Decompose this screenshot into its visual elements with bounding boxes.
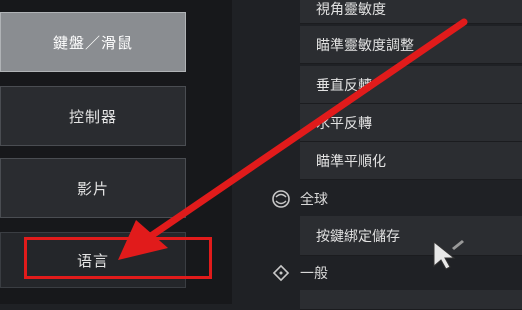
menu-item-label: 影片 (76, 179, 109, 198)
globe-icon (270, 188, 292, 210)
setting-label: 瞄準平順化 (316, 153, 386, 170)
section-header-global: 全球 (270, 184, 522, 214)
setting-item-partial[interactable] (300, 290, 522, 310)
section-header-general: 一般 (270, 258, 522, 288)
annotation-highlight-box (24, 237, 212, 279)
menu-item-keyboard-mouse[interactable]: 鍵盤／滑鼠 (0, 12, 186, 72)
menu-item-controller[interactable]: 控制器 (0, 86, 186, 146)
menu-item-label: 控制器 (68, 107, 117, 126)
section-title: 全球 (300, 192, 328, 208)
setting-label: 視角靈敏度 (316, 1, 386, 18)
setting-keybind-save[interactable]: 按鍵綁定儲存 (300, 216, 522, 256)
setting-invert-vertical[interactable]: 垂直反轉 (300, 66, 522, 104)
setting-look-sensitivity[interactable]: 視角靈敏度 (300, 0, 522, 24)
setting-aim-sensitivity-adjust[interactable]: 瞄準靈敏度調整 (300, 26, 522, 64)
setting-invert-horizontal[interactable]: 水平反轉 (300, 104, 522, 142)
setting-label: 按鍵綁定儲存 (316, 228, 400, 245)
menu-item-video[interactable]: 影片 (0, 158, 186, 218)
setting-aim-smoothing[interactable]: 瞄準平順化 (300, 142, 522, 180)
small-pointer-icon (452, 240, 464, 250)
menu-item-label: 鍵盤／滑鼠 (52, 33, 133, 52)
setting-label: 水平反轉 (316, 115, 372, 132)
setting-label: 垂直反轉 (316, 77, 372, 94)
setting-label: 瞄準靈敏度調整 (316, 37, 414, 54)
diamond-icon (270, 262, 292, 284)
section-title: 一般 (300, 266, 328, 282)
